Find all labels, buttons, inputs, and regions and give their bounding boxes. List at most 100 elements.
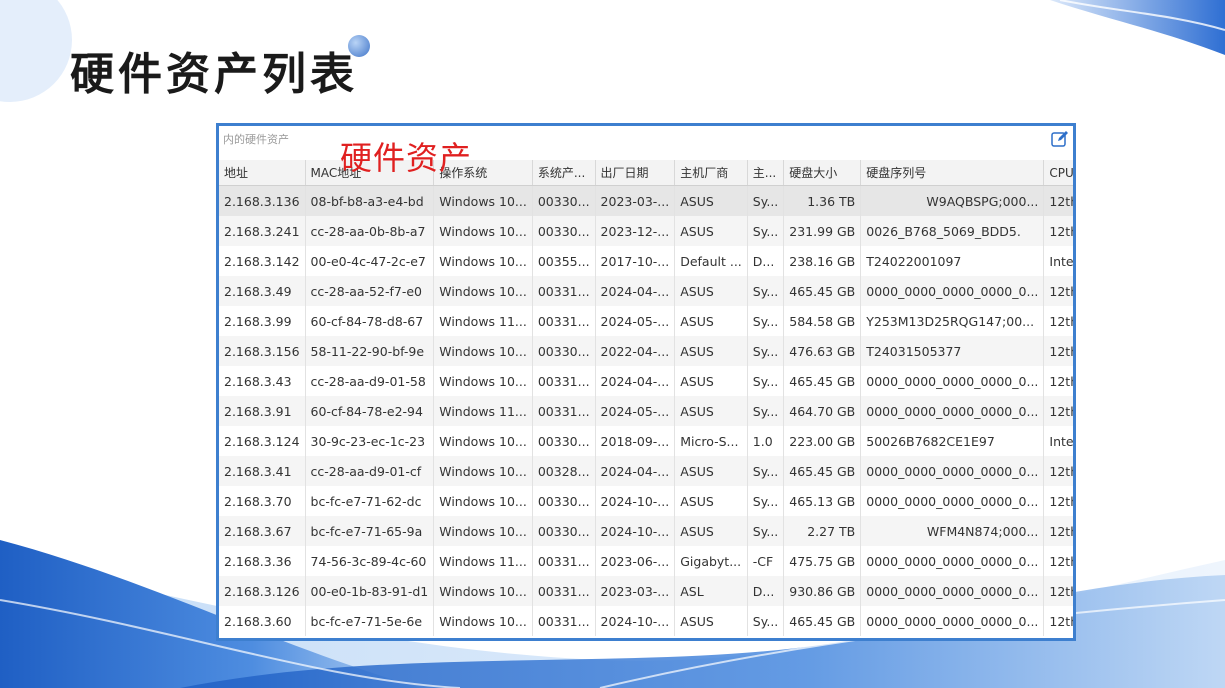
cell-product: 00331... xyxy=(532,396,596,426)
table-row[interactable]: 2.168.3.156 58-11-22-90-bf-9e Windows 10..… xyxy=(219,336,1073,366)
table-row[interactable]: 2.168.3.67 bc-fc-e7-71-65-9a Windows 10...… xyxy=(219,516,1073,546)
cell-mac: cc-28-aa-d9-01-58 xyxy=(305,366,435,396)
panel-header: 内的硬件资产 xyxy=(219,126,1073,160)
cell-date: 2024-04-... xyxy=(595,276,676,306)
cell-model: Sy... xyxy=(747,486,785,516)
table-row[interactable]: 2.168.3.99 60-cf-84-78-d8-67 Windows 11...… xyxy=(219,306,1073,336)
cell-date: 2023-03-... xyxy=(595,185,676,216)
cell-cpu: 12th Gen Int xyxy=(1043,336,1073,366)
cell-model: D... xyxy=(747,246,785,276)
cell-product: 00331... xyxy=(532,546,596,576)
column-header-product[interactable]: 系统产... xyxy=(532,160,596,186)
cell-disk-serial: WFM4N874;000... xyxy=(860,516,1045,546)
cell-disk-size: 476.63 GB xyxy=(783,336,862,366)
cell-mac: 60-cf-84-78-e2-94 xyxy=(305,396,435,426)
table-row[interactable]: 2.168.3.126 00-e0-1b-83-91-d1 Windows 10..… xyxy=(219,576,1073,606)
cell-disk-size: 584.58 GB xyxy=(783,306,862,336)
edit-icon[interactable] xyxy=(1051,130,1069,148)
cell-vendor: ASL xyxy=(674,576,748,606)
table-row[interactable]: 2.168.3.142 00-e0-4c-47-2c-e7 Windows 10..… xyxy=(219,246,1073,276)
cell-os: Windows 10... xyxy=(433,456,533,486)
column-header-model[interactable]: 主... xyxy=(747,160,785,186)
cell-cpu: 12th Gen Int xyxy=(1043,306,1073,336)
column-header-os[interactable]: 操作系统 xyxy=(433,160,533,186)
cell-cpu: 12th Gen Int xyxy=(1043,576,1073,606)
cell-product: 00331... xyxy=(532,366,596,396)
cell-product: 00330... xyxy=(532,486,596,516)
cell-product: 00331... xyxy=(532,276,596,306)
cell-disk-serial: W9AQBSPG;000... xyxy=(860,185,1045,216)
table-row[interactable]: 2.168.3.60 bc-fc-e7-71-5e-6e Windows 10...… xyxy=(219,606,1073,636)
cell-mac: cc-28-aa-d9-01-cf xyxy=(305,456,435,486)
cell-os: Windows 10... xyxy=(433,185,533,216)
cell-model: -CF xyxy=(747,546,785,576)
corner-circle-decor xyxy=(0,0,72,102)
cell-os: Windows 10... xyxy=(433,276,533,306)
cell-mac: 08-bf-b8-a3-e4-bd xyxy=(305,185,435,216)
table-row[interactable]: 2.168.3.49 cc-28-aa-52-f7-e0 Windows 10...… xyxy=(219,276,1073,306)
cell-os: Windows 10... xyxy=(433,606,533,636)
cell-product: 00355... xyxy=(532,246,596,276)
cell-date: 2024-04-... xyxy=(595,456,676,486)
cell-vendor: ASUS xyxy=(674,516,748,546)
cell-disk-serial: 0000_0000_0000_0000_0... xyxy=(860,546,1045,576)
cell-model: Sy... xyxy=(747,185,785,216)
cell-vendor: Micro-S... xyxy=(674,426,748,456)
cell-ip: 2.168.3.156 xyxy=(219,336,306,366)
cell-os: Windows 10... xyxy=(433,366,533,396)
table-row[interactable]: 2.168.3.136 08-bf-b8-a3-e4-bd Windows 10..… xyxy=(219,185,1073,216)
cell-os: Windows 11... xyxy=(433,396,533,426)
cell-cpu: Intel(R) Cor... xyxy=(1043,426,1073,456)
cell-cpu: 12th Gen Int xyxy=(1043,486,1073,516)
cell-cpu: Intel(R) Cor... xyxy=(1043,246,1073,276)
table-row[interactable]: 2.168.3.41 cc-28-aa-d9-01-cf Windows 10...… xyxy=(219,456,1073,486)
cell-product: 00330... xyxy=(532,426,596,456)
cell-disk-serial: 0000_0000_0000_0000_0... xyxy=(860,366,1045,396)
cell-model: Sy... xyxy=(747,456,785,486)
table-row[interactable]: 2.168.3.124 30-9c-23-ec-1c-23 Windows 10..… xyxy=(219,426,1073,456)
cell-date: 2024-04-... xyxy=(595,366,676,396)
cell-date: 2024-10-... xyxy=(595,606,676,636)
cell-cpu: 12th Gen Int xyxy=(1043,216,1073,246)
cell-vendor: ASUS xyxy=(674,185,748,216)
cell-ip: 2.168.3.49 xyxy=(219,276,306,306)
cell-disk-size: 2.27 TB xyxy=(783,516,862,546)
cell-date: 2017-10-... xyxy=(595,246,676,276)
cell-ip: 2.168.3.241 xyxy=(219,216,306,246)
column-header-vendor[interactable]: 主机厂商 xyxy=(674,160,748,186)
column-header-disk-serial[interactable]: 硬盘序列号 xyxy=(860,160,1045,186)
cell-mac: cc-28-aa-0b-8b-a7 xyxy=(305,216,435,246)
column-header-cpu[interactable]: CPU型号 xyxy=(1043,160,1073,186)
cell-date: 2023-12-... xyxy=(595,216,676,246)
table-row[interactable]: 2.168.3.43 cc-28-aa-d9-01-58 Windows 10...… xyxy=(219,366,1073,396)
table-row[interactable]: 2.168.3.91 60-cf-84-78-e2-94 Windows 11...… xyxy=(219,396,1073,426)
cell-vendor: ASUS xyxy=(674,276,748,306)
top-right-wave xyxy=(1050,0,1225,55)
cell-disk-serial: 0000_0000_0000_0000_0... xyxy=(860,396,1045,426)
cell-vendor: ASUS xyxy=(674,456,748,486)
cell-os: Windows 10... xyxy=(433,576,533,606)
cell-os: Windows 11... xyxy=(433,306,533,336)
table-row[interactable]: 2.168.3.36 74-56-3c-89-4c-60 Windows 11...… xyxy=(219,546,1073,576)
cell-disk-size: 465.45 GB xyxy=(783,276,862,306)
cell-disk-size: 238.16 GB xyxy=(783,246,862,276)
column-header-date[interactable]: 出厂日期 xyxy=(595,160,676,186)
column-header-mac[interactable]: MAC地址 xyxy=(305,160,435,186)
hardware-table: 地址 MAC地址 操作系统 系统产... 出厂日期 主机厂商 主... 硬盘大小 硬盘序列号 CP… xyxy=(219,160,1073,636)
cell-disk-serial: 0026_B768_5069_BDD5. xyxy=(860,216,1045,246)
table-row[interactable]: 2.168.3.70 bc-fc-e7-71-62-dc Windows 10...… xyxy=(219,486,1073,516)
cell-disk-serial: 0000_0000_0000_0000_0... xyxy=(860,456,1045,486)
cell-model: Sy... xyxy=(747,216,785,246)
cell-product: 00330... xyxy=(532,336,596,366)
column-header-ip[interactable]: 地址 xyxy=(219,160,306,186)
cell-ip: 2.168.3.126 xyxy=(219,576,306,606)
cell-vendor: ASUS xyxy=(674,306,748,336)
cell-model: Sy... xyxy=(747,306,785,336)
cell-date: 2023-03-... xyxy=(595,576,676,606)
column-header-disk-size[interactable]: 硬盘大小 xyxy=(783,160,862,186)
cell-model: 1.0 xyxy=(747,426,785,456)
cell-date: 2024-10-... xyxy=(595,486,676,516)
cell-os: Windows 10... xyxy=(433,486,533,516)
table-row[interactable]: 2.168.3.241 cc-28-aa-0b-8b-a7 Windows 10..… xyxy=(219,216,1073,246)
cell-product: 00330... xyxy=(532,185,596,216)
